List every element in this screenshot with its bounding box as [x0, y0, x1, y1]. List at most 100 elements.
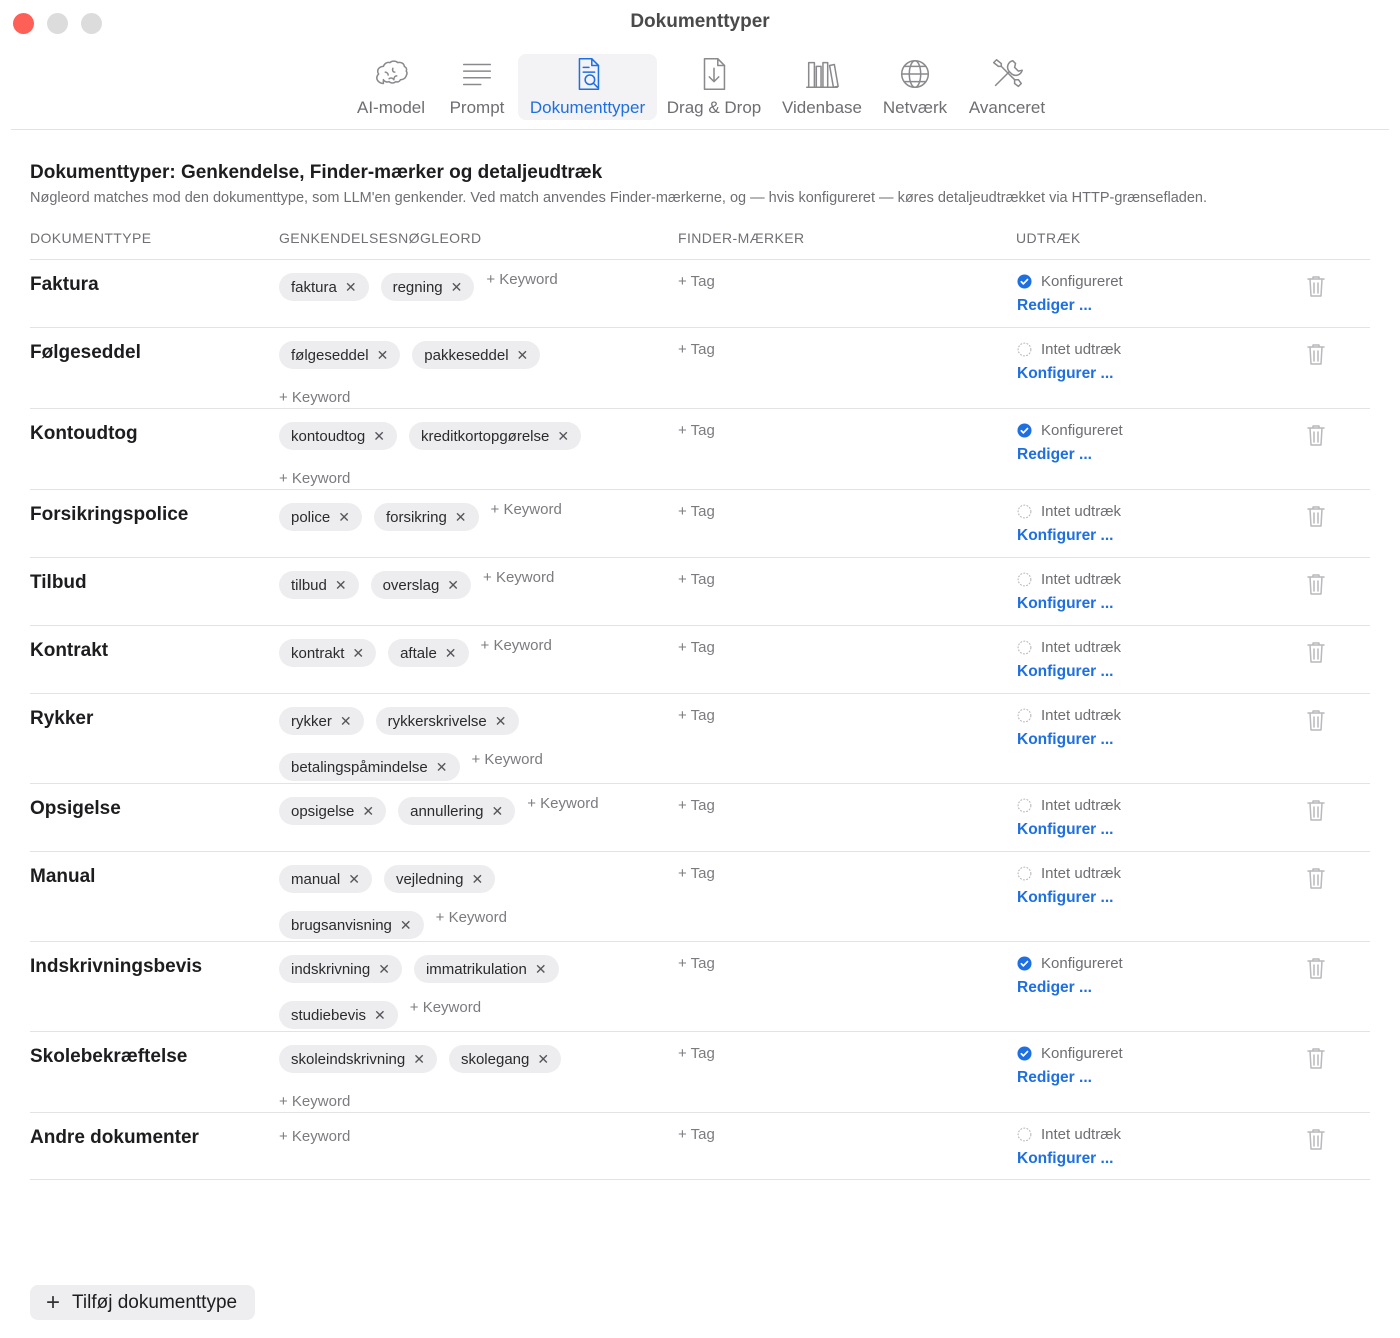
trash-icon[interactable]	[1305, 798, 1327, 822]
trash-icon[interactable]	[1305, 423, 1327, 447]
trash-icon[interactable]	[1305, 342, 1327, 366]
add-tag-button[interactable]: + Tag	[678, 1045, 715, 1062]
extract-status-text: Intet udtræk	[1041, 503, 1122, 520]
remove-keyword-icon[interactable]: ✕	[377, 347, 389, 364]
trash-icon[interactable]	[1305, 1127, 1327, 1151]
configure-extract-link[interactable]: Konfigurer ...	[1017, 365, 1113, 383]
remove-keyword-icon[interactable]: ✕	[535, 961, 547, 978]
remove-keyword-icon[interactable]: ✕	[445, 645, 457, 662]
add-tag-button[interactable]: + Tag	[678, 341, 715, 358]
configure-extract-link[interactable]: Konfigurer ...	[1017, 1150, 1113, 1168]
add-keyword-button[interactable]: + Keyword	[410, 997, 481, 1019]
add-document-type-label: Tilføj dokumenttype	[72, 1291, 238, 1313]
add-keyword-button[interactable]: + Keyword	[279, 468, 350, 490]
configure-extract-link[interactable]: Konfigurer ...	[1017, 527, 1113, 545]
remove-keyword-icon[interactable]: ✕	[517, 347, 529, 364]
remove-keyword-icon[interactable]: ✕	[340, 713, 352, 730]
add-tag-button[interactable]: + Tag	[678, 1126, 715, 1143]
add-tag-button[interactable]: + Tag	[678, 955, 715, 972]
add-tag-button[interactable]: + Tag	[678, 639, 715, 656]
add-keyword-button[interactable]: + Keyword	[279, 387, 350, 409]
add-tag-button[interactable]: + Tag	[678, 422, 715, 439]
trash-icon[interactable]	[1305, 640, 1327, 664]
add-tag-button[interactable]: + Tag	[678, 273, 715, 290]
tab-netvaerk[interactable]: Netværk	[880, 54, 950, 120]
remove-keyword-icon[interactable]: ✕	[451, 279, 463, 296]
extract-status: Intet udtræk	[1017, 503, 1121, 520]
remove-keyword-icon[interactable]: ✕	[335, 577, 347, 594]
add-keyword-button[interactable]: + Keyword	[436, 907, 507, 929]
edit-extract-link[interactable]: Rediger ...	[1017, 979, 1092, 997]
remove-keyword-icon[interactable]: ✕	[362, 803, 374, 820]
trash-icon[interactable]	[1305, 866, 1327, 890]
add-keyword-button[interactable]: + Keyword	[486, 269, 557, 291]
remove-keyword-icon[interactable]: ✕	[472, 871, 484, 888]
document-type-name[interactable]: Tilbud	[30, 572, 87, 594]
remove-keyword-icon[interactable]: ✕	[537, 1051, 549, 1068]
configure-extract-link[interactable]: Konfigurer ...	[1017, 889, 1113, 907]
configure-extract-link[interactable]: Konfigurer ...	[1017, 731, 1113, 749]
add-tag-button[interactable]: + Tag	[678, 865, 715, 882]
document-type-name[interactable]: Andre dokumenter	[30, 1127, 199, 1149]
remove-keyword-icon[interactable]: ✕	[557, 428, 569, 445]
document-type-name[interactable]: Faktura	[30, 274, 99, 296]
add-tag-button[interactable]: + Tag	[678, 797, 715, 814]
configure-extract-link[interactable]: Konfigurer ...	[1017, 595, 1113, 613]
add-tag-button[interactable]: + Tag	[678, 571, 715, 588]
remove-keyword-icon[interactable]: ✕	[492, 803, 504, 820]
remove-keyword-icon[interactable]: ✕	[447, 577, 459, 594]
document-type-name[interactable]: Forsikringspolice	[30, 504, 188, 526]
trash-icon[interactable]	[1305, 956, 1327, 980]
tab-prompt[interactable]: Prompt	[446, 54, 508, 120]
document-type-name[interactable]: Følgeseddel	[30, 342, 141, 364]
tab-videnbase[interactable]: Videnbase	[780, 54, 864, 120]
remove-keyword-icon[interactable]: ✕	[455, 509, 467, 526]
remove-keyword-icon[interactable]: ✕	[378, 961, 390, 978]
keyword-chip: police ✕	[279, 503, 362, 531]
add-keyword-button[interactable]: + Keyword	[279, 1126, 350, 1148]
add-tag-button[interactable]: + Tag	[678, 707, 715, 724]
remove-keyword-icon[interactable]: ✕	[374, 1007, 386, 1024]
document-type-name[interactable]: Kontoudtog	[30, 423, 138, 445]
configure-extract-link[interactable]: Konfigurer ...	[1017, 821, 1113, 839]
remove-keyword-icon[interactable]: ✕	[436, 759, 448, 776]
trash-icon[interactable]	[1305, 572, 1327, 596]
add-keyword-button[interactable]: + Keyword	[483, 567, 554, 589]
add-tag-button[interactable]: + Tag	[678, 503, 715, 520]
edit-extract-link[interactable]: Rediger ...	[1017, 446, 1092, 464]
tab-drag-drop[interactable]: Drag & Drop	[665, 54, 763, 120]
add-keyword-button[interactable]: + Keyword	[481, 635, 552, 657]
trash-icon[interactable]	[1305, 504, 1327, 528]
tab-dokumenttyper[interactable]: Dokumenttyper	[518, 54, 657, 120]
add-document-type-button[interactable]: + Tilføj dokumenttype	[30, 1285, 256, 1320]
document-type-name[interactable]: Indskrivningsbevis	[30, 956, 202, 978]
edit-extract-link[interactable]: Rediger ...	[1017, 297, 1092, 315]
document-type-name[interactable]: Skolebekræftelse	[30, 1046, 187, 1068]
configure-extract-link[interactable]: Konfigurer ...	[1017, 663, 1113, 681]
remove-keyword-icon[interactable]: ✕	[352, 645, 364, 662]
extract-status-text: Konfigureret	[1041, 422, 1123, 439]
trash-icon[interactable]	[1305, 1046, 1327, 1070]
tab-avanceret[interactable]: Avanceret	[966, 54, 1048, 120]
document-type-name[interactable]: Rykker	[30, 708, 93, 730]
add-keyword-button[interactable]: + Keyword	[279, 1091, 350, 1113]
check-circle-icon	[1017, 423, 1032, 438]
remove-keyword-icon[interactable]: ✕	[400, 917, 412, 934]
remove-keyword-icon[interactable]: ✕	[495, 713, 507, 730]
edit-extract-link[interactable]: Rediger ...	[1017, 1069, 1092, 1087]
trash-icon[interactable]	[1305, 274, 1327, 298]
tab-ai-model[interactable]: AI-model	[353, 54, 429, 120]
add-keyword-button[interactable]: + Keyword	[491, 499, 562, 521]
remove-keyword-icon[interactable]: ✕	[373, 428, 385, 445]
remove-keyword-icon[interactable]: ✕	[348, 871, 360, 888]
add-keyword-button[interactable]: + Keyword	[472, 749, 543, 771]
remove-keyword-icon[interactable]: ✕	[413, 1051, 425, 1068]
add-keyword-button[interactable]: + Keyword	[527, 793, 598, 815]
trash-icon[interactable]	[1305, 708, 1327, 732]
keyword-list: kontoudtog ✕ kreditkortopgørelse ✕ + Keyword	[279, 422, 659, 490]
document-type-name[interactable]: Kontrakt	[30, 640, 108, 662]
remove-keyword-icon[interactable]: ✕	[338, 509, 350, 526]
document-type-name[interactable]: Manual	[30, 866, 95, 888]
remove-keyword-icon[interactable]: ✕	[345, 279, 357, 296]
document-type-name[interactable]: Opsigelse	[30, 798, 121, 820]
